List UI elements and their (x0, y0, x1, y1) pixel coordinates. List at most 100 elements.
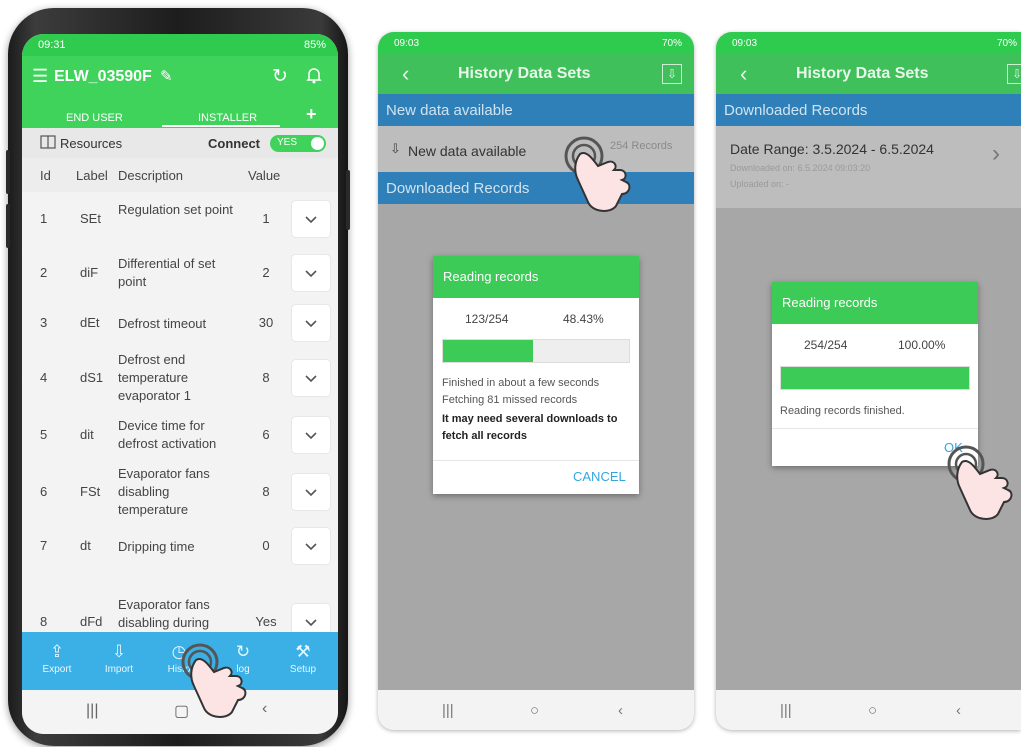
add-icon[interactable]: + (306, 104, 317, 125)
table-row[interactable]: 2 diF Differential of set point 2 (22, 246, 338, 301)
back-arrow-icon[interactable]: ‹ (402, 61, 409, 87)
status-battery: 85% (303, 39, 326, 51)
table-row[interactable]: 4 dS1 Defrost end temperature evaporator… (22, 346, 338, 411)
bell-icon[interactable] (306, 66, 322, 89)
section-title: New data available (386, 102, 513, 119)
back-icon[interactable]: ‹ (956, 702, 961, 719)
book-icon[interactable] (40, 135, 56, 152)
row-value: 8 (262, 370, 270, 385)
row-label: dS1 (80, 370, 104, 385)
dialog-title: Reading records (443, 269, 539, 284)
table-row[interactable]: 1 SEt Regulation set point 1 (22, 192, 338, 247)
table-row[interactable]: 6 FSt Evaporator fans disabling temperat… (22, 460, 338, 525)
refresh-icon[interactable]: ↻ (272, 65, 288, 88)
back-arrow-icon[interactable]: ‹ (740, 61, 747, 87)
row-id: 5 (40, 427, 48, 442)
new-data-row[interactable]: ⇩ New data available 254 Records (378, 126, 694, 172)
warning-text: It may need several downloads to fetch a… (442, 413, 618, 442)
tap-hand-icon (172, 642, 262, 727)
import-icon: ⇩ (111, 642, 127, 661)
menu-icon[interactable]: ☰ (32, 66, 48, 87)
row-label: dit (80, 427, 94, 442)
progress-percent: 48.43% (563, 312, 604, 326)
row-dropdown-button[interactable] (292, 528, 330, 564)
row-label: dEt (80, 315, 100, 330)
row-label: dFd (80, 614, 103, 629)
row-value: 1 (262, 211, 270, 226)
back-icon[interactable]: ‹ (262, 700, 267, 718)
recents-icon[interactable]: ||| (780, 702, 792, 719)
col-value: Value (248, 168, 281, 183)
progress-count: 254/254 (804, 338, 848, 352)
app-bar: ☰ ELW_03590F ✎ ↻ (22, 56, 338, 98)
uploaded-on: Uploaded on: - (730, 179, 790, 189)
connect-toggle[interactable]: YES (270, 135, 326, 152)
col-label: Label (76, 168, 108, 183)
dialog-title: Reading records (782, 295, 878, 310)
volume-button (6, 204, 10, 248)
section-header-downloaded: Downloaded Records (716, 94, 1021, 126)
row-description: Regulation set point (118, 202, 233, 217)
page-title: History Data Sets (458, 65, 591, 82)
recents-icon[interactable]: ||| (86, 702, 98, 720)
nav-setup[interactable]: ⚒ Setup (278, 642, 328, 675)
download-icon[interactable]: ⇩ (662, 64, 682, 84)
date-range: Date Range: 3.5.2024 - 6.5.2024 (730, 141, 934, 157)
nav-export[interactable]: ⇪ Export (32, 642, 82, 675)
tab-installer[interactable]: INSTALLER (198, 112, 257, 124)
progress-bar-fill (443, 340, 534, 362)
export-icon: ⇪ (49, 642, 65, 661)
row-dropdown-button[interactable] (292, 474, 330, 510)
row-description: Evaporator fans disabling during (118, 597, 210, 630)
table-header: Id Label Description Value (22, 158, 338, 192)
progress-bar-fill (781, 367, 969, 389)
row-dropdown-button[interactable] (292, 417, 330, 453)
status-time: 09:03 (394, 38, 420, 49)
tools-icon: ⚒ (295, 642, 311, 661)
row-id: 4 (40, 370, 48, 385)
row-id: 1 (40, 211, 48, 226)
progress-percent: 100.00% (898, 338, 946, 352)
status-battery: 70% (996, 38, 1017, 49)
table-row[interactable]: 3 dEt Defrost timeout 30 (22, 300, 338, 347)
row-dropdown-button[interactable] (292, 201, 330, 237)
table-row[interactable]: 8 dFd Evaporator fans disabling during Y… (22, 568, 338, 633)
home-icon[interactable]: ○ (530, 702, 539, 719)
phone-2-screen: 09:03 70% ‹ History Data Sets ⇩ New data… (378, 32, 694, 730)
status-line-1: Finished in about a few seconds (442, 377, 600, 389)
row-description: Device time for defrost activation (118, 418, 217, 451)
nav-label: Setup (289, 664, 317, 675)
edit-pencil-icon[interactable]: ✎ (160, 67, 173, 85)
nav-import[interactable]: ⇩ Import (94, 642, 144, 675)
phone-3-screen: 09:03 70% ‹ History Data Sets ⇩ Download… (716, 32, 1021, 730)
chevron-right-icon[interactable]: › (992, 140, 1000, 168)
download-icon[interactable]: ⇩ (1007, 64, 1021, 84)
home-icon[interactable]: ○ (868, 702, 877, 719)
system-nav-bar: ||| ○ ‹ (378, 690, 694, 730)
back-icon[interactable]: ‹ (618, 702, 623, 719)
table-row[interactable]: 7 dt Dripping time 0 (22, 524, 338, 569)
row-dropdown-button[interactable] (292, 604, 330, 632)
row-value: 8 (262, 484, 270, 499)
row-label: FSt (80, 484, 101, 499)
row-dropdown-button[interactable] (292, 305, 330, 341)
toggle-label: YES (277, 137, 298, 148)
table-row[interactable]: 5 dit Device time for defrost activation… (22, 410, 338, 461)
row-label: dt (80, 538, 91, 553)
connect-label: Connect (208, 136, 260, 151)
section-header-downloaded: Downloaded Records (378, 172, 694, 204)
tab-end-user[interactable]: END USER (66, 112, 123, 124)
record-row[interactable]: Date Range: 3.5.2024 - 6.5.2024 Download… (716, 126, 1021, 208)
status-line-2: Fetching 81 missed records (442, 394, 578, 406)
dialog-header: Reading records (433, 256, 639, 298)
status-time: 09:03 (732, 38, 758, 49)
row-dropdown-button[interactable] (292, 255, 330, 291)
cancel-button[interactable]: CANCEL (573, 469, 626, 484)
row-id: 3 (40, 315, 48, 330)
resources-label[interactable]: Resources (60, 136, 122, 151)
app-bar: ‹ History Data Sets ⇩ (716, 54, 1021, 94)
recents-icon[interactable]: ||| (442, 702, 454, 719)
row-dropdown-button[interactable] (292, 360, 330, 396)
row-description: Dripping time (118, 539, 195, 554)
row-description: Differential of set point (118, 256, 216, 289)
